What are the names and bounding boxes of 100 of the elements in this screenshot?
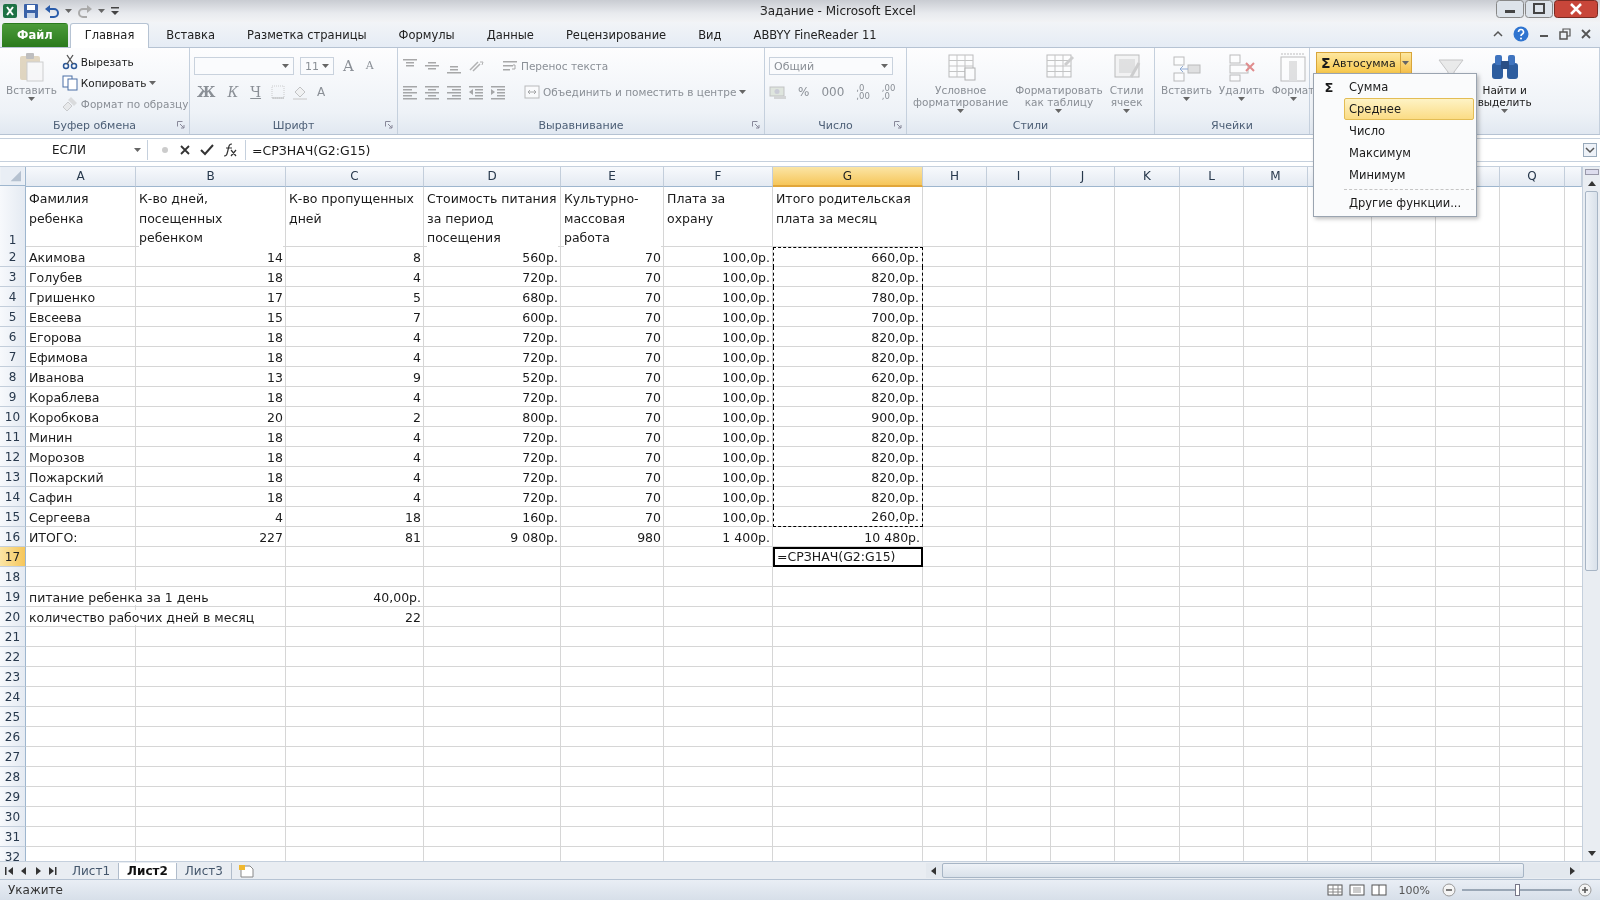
ribbon-tab[interactable]: Разметка страницы: [232, 23, 382, 47]
menu-item[interactable]: Среднее: [1344, 98, 1474, 120]
row-header[interactable]: 4: [0, 287, 26, 307]
row-header[interactable]: 18: [0, 567, 26, 587]
help-icon[interactable]: [1513, 26, 1529, 42]
column-header[interactable]: F: [664, 167, 773, 187]
dropdown-arrow-button[interactable]: [1400, 52, 1412, 74]
row-header[interactable]: 28: [0, 767, 26, 787]
dialog-launcher-icon[interactable]: [385, 121, 393, 129]
row-header[interactable]: 10: [0, 407, 26, 427]
row-header[interactable]: 17: [0, 547, 26, 567]
row-header[interactable]: 2: [0, 247, 26, 267]
save-icon[interactable]: [23, 3, 39, 19]
row-header[interactable]: 19: [0, 587, 26, 607]
row-header[interactable]: 12: [0, 447, 26, 467]
ribbon-tab[interactable]: Вставка: [151, 23, 231, 47]
customize-icon[interactable]: [110, 6, 120, 16]
ribbon-tab[interactable]: Вид: [683, 23, 737, 47]
column-header[interactable]: E: [561, 167, 664, 187]
row-header[interactable]: 30: [0, 807, 26, 827]
page-layout-icon[interactable]: [1348, 884, 1365, 896]
split-handle-icon[interactable]: [1584, 169, 1599, 175]
row-header[interactable]: 13: [0, 467, 26, 487]
last-sheet-icon[interactable]: [46, 865, 58, 876]
autosum-button[interactable]: ΣАвтосумма: [1316, 52, 1401, 74]
undo-icon[interactable]: [44, 3, 60, 19]
ribbon-tab[interactable]: Рецензирование: [550, 23, 682, 47]
row-header[interactable]: 22: [0, 647, 26, 667]
maximize-button[interactable]: [1525, 0, 1553, 18]
ribbon-tab[interactable]: Главная: [69, 23, 150, 48]
menu-item[interactable]: Минимум: [1344, 164, 1474, 186]
redo-icon[interactable]: [77, 3, 93, 19]
menu-item[interactable]: Сумма: [1344, 76, 1474, 98]
page-break-icon[interactable]: [1370, 884, 1387, 896]
menu-item[interactable]: Другие функции...: [1344, 192, 1474, 214]
row-header[interactable]: 14: [0, 487, 26, 507]
menu-item[interactable]: Максимум: [1344, 142, 1474, 164]
row-header[interactable]: 6: [0, 327, 26, 347]
row-header[interactable]: 8: [0, 367, 26, 387]
zoom-level[interactable]: 100%: [1398, 883, 1430, 897]
row-header[interactable]: 3: [0, 267, 26, 287]
column-header[interactable]: A: [26, 167, 136, 187]
minimize-button[interactable]: [1496, 0, 1524, 18]
row-header[interactable]: 7: [0, 347, 26, 367]
row-header[interactable]: 32: [0, 847, 26, 861]
normal-view-icon[interactable]: [1326, 884, 1343, 896]
first-sheet-icon[interactable]: [4, 865, 16, 876]
column-header[interactable]: C: [286, 167, 424, 187]
row-header[interactable]: 31: [0, 827, 26, 847]
ribbon-tab[interactable]: Формулы: [383, 23, 470, 47]
column-header[interactable]: G: [773, 167, 923, 187]
cell-editor[interactable]: =СРЗНАЧ(G2:G15): [773, 547, 923, 567]
row-header[interactable]: 11: [0, 427, 26, 447]
restore-icon[interactable]: [1559, 28, 1571, 40]
close-button[interactable]: [1554, 0, 1598, 18]
column-header[interactable]: I: [987, 167, 1051, 187]
column-header[interactable]: L: [1180, 167, 1244, 187]
sheet-tab[interactable]: Лист2: [119, 862, 177, 879]
ribbon-button[interactable]: Копировать: [61, 75, 189, 91]
name-box[interactable]: ЕСЛИ: [0, 140, 148, 160]
scroll-thumb[interactable]: [1585, 191, 1598, 571]
row-header[interactable]: 26: [0, 727, 26, 747]
dialog-launcher-icon[interactable]: [752, 121, 760, 129]
column-header[interactable]: K: [1115, 167, 1180, 187]
column-header[interactable]: J: [1051, 167, 1115, 187]
row-header[interactable]: 15: [0, 507, 26, 527]
row-header[interactable]: 5: [0, 307, 26, 327]
menu-item[interactable]: Число: [1344, 120, 1474, 142]
zoom-in-icon[interactable]: [1578, 883, 1592, 897]
ribbon-button[interactable]: Найти и выделить: [1475, 50, 1534, 114]
zoom-slider[interactable]: [1515, 884, 1520, 896]
file-tab[interactable]: Файл: [2, 23, 68, 47]
sheet-tab[interactable]: Лист3: [176, 862, 232, 879]
expand-icon[interactable]: [1583, 143, 1597, 157]
row-header[interactable]: 24: [0, 687, 26, 707]
row-header[interactable]: 16: [0, 527, 26, 547]
function-icon[interactable]: [223, 143, 237, 157]
row-header[interactable]: 1: [0, 186, 26, 250]
ribbon-button[interactable]: Вырезать: [61, 54, 189, 70]
cancel-icon[interactable]: [179, 144, 191, 156]
row-header[interactable]: 23: [0, 667, 26, 687]
formula-text[interactable]: =СРЗНАЧ(G2:G15): [252, 142, 371, 158]
row-header[interactable]: 9: [0, 387, 26, 407]
row-header[interactable]: 25: [0, 707, 26, 727]
column-header[interactable]: M: [1244, 167, 1308, 187]
row-header[interactable]: 27: [0, 747, 26, 767]
ribbon-tab[interactable]: ABBYY FineReader 11: [738, 23, 892, 47]
column-header[interactable]: H: [923, 167, 987, 187]
row-header[interactable]: 29: [0, 787, 26, 807]
dialog-launcher-icon[interactable]: [177, 121, 185, 129]
zoom-out-icon[interactable]: [1442, 883, 1456, 897]
insert-sheet-icon[interactable]: [237, 863, 256, 878]
column-header[interactable]: Q: [1500, 167, 1565, 187]
column-header[interactable]: B: [136, 167, 286, 187]
row-header[interactable]: 21: [0, 627, 26, 647]
check-icon[interactable]: [200, 144, 214, 156]
dialog-launcher-icon[interactable]: [894, 121, 902, 129]
ribbon-tab[interactable]: Данные: [471, 23, 549, 47]
column-header[interactable]: D: [424, 167, 561, 187]
row-header[interactable]: 20: [0, 607, 26, 627]
